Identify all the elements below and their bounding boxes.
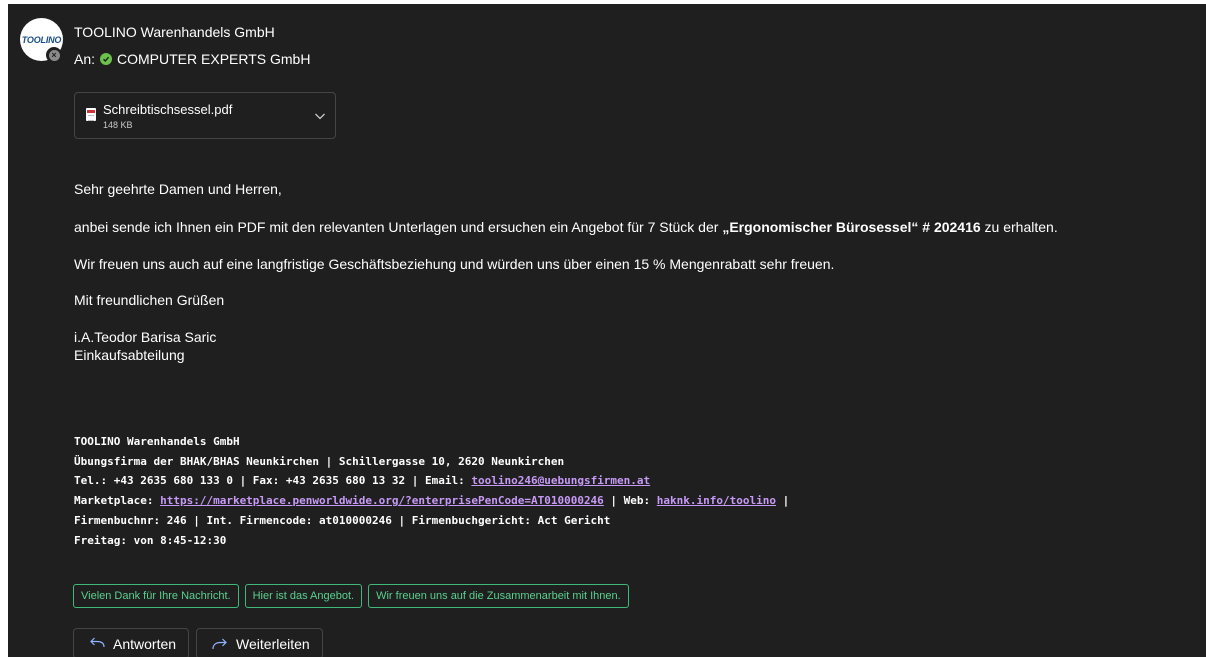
signature-registry: Firmenbuchnr: 246 | Int. Firmencode: at0… <box>74 513 611 527</box>
pdf-file-icon <box>86 108 96 121</box>
sender-logo: TOOLINO <box>21 34 62 45</box>
recipient-row: An: COMPUTER EXPERTS GmbH <box>74 51 310 67</box>
forward-label: Weiterleiten <box>236 635 310 652</box>
reply-button[interactable]: Antworten <box>73 628 190 657</box>
web-link[interactable]: haknk.info/toolino <box>657 494 776 507</box>
marketplace-label: Marketplace: <box>74 494 161 508</box>
suggested-reply-thanks[interactable]: Vielen Dank für Ihre Nachricht. <box>73 584 239 608</box>
email-signature: TOOLINO Warenhandels GmbH Übungsfirma de… <box>74 432 789 550</box>
signature-contact: Tel.: +43 2635 680 133 0 | Fax: +43 2635… <box>74 471 789 491</box>
greeting: Sehr geehrte Damen und Herren, <box>74 181 282 197</box>
attachment-name: Schreibtischsessel.pdf <box>103 102 233 117</box>
signature-company: TOOLINO Warenhandels GmbH <box>74 435 240 448</box>
sender-name[interactable]: TOOLINO Warenhandels GmbH <box>74 24 275 40</box>
body-paragraph-2: Wir freuen uns auch auf eine langfristig… <box>74 256 835 272</box>
signer-department: Einkaufsabteilung <box>74 347 185 363</box>
suggested-reply-cooperation[interactable]: Wir freuen uns auf die Zusammenarbeit mi… <box>368 584 629 608</box>
forward-button[interactable]: Weiterleiten <box>196 628 323 657</box>
closing: Mit freundlichen Grüßen <box>74 292 225 308</box>
reply-arrow-icon <box>90 637 105 647</box>
product-name: „Ergonomischer Bürosessel“ # 202416 <box>722 219 981 235</box>
chevron-down-icon[interactable] <box>313 109 327 123</box>
reply-label: Antworten <box>113 635 177 652</box>
body-paragraph-1: anbei sende ich Ihnen ein PDF mit den re… <box>74 219 1058 235</box>
para1-text-end: zu erhalten. <box>980 219 1058 235</box>
presence-status-icon: × <box>46 47 62 63</box>
signature-hours: Freitag: von 8:45-12:30 <box>74 533 227 547</box>
web-label: | Web: <box>603 494 657 508</box>
attachment-size: 148 KB <box>103 120 133 130</box>
email-reading-pane: TOOLINO × TOOLINO Warenhandels GmbH An: … <box>8 4 1206 657</box>
signature-email-link[interactable]: toolino246@uebungsfirmen.at <box>471 474 650 487</box>
marketplace-link[interactable]: https://marketplace.penworldwide.org/?en… <box>160 494 604 507</box>
message-actions: Antworten Weiterleiten <box>73 628 323 657</box>
signature-links: Marketplace: https://marketplace.penworl… <box>74 491 789 511</box>
recipient-name[interactable]: COMPUTER EXPERTS GmbH <box>117 51 310 67</box>
signature-address: Übungsfirma der BHAK/BHAS Neunkirchen | … <box>74 454 565 468</box>
recipient-prefix: An: <box>74 51 96 67</box>
signature-phone-fax: Tel.: +43 2635 680 133 0 | Fax: +43 2635… <box>74 474 472 488</box>
para1-text-start: anbei sende ich Ihnen ein PDF mit den re… <box>74 219 723 235</box>
links-separator: | <box>776 494 790 508</box>
signer-name: i.A.Teodor Barisa Saric <box>74 329 217 345</box>
suggested-replies: Vielen Dank für Ihre Nachricht. Hier ist… <box>73 584 629 608</box>
attachment-card[interactable]: Schreibtischsessel.pdf 148 KB <box>74 92 336 139</box>
suggested-reply-offer[interactable]: Hier ist das Angebot. <box>244 584 363 608</box>
forward-arrow-icon <box>212 638 227 649</box>
verified-check-icon <box>100 53 113 65</box>
